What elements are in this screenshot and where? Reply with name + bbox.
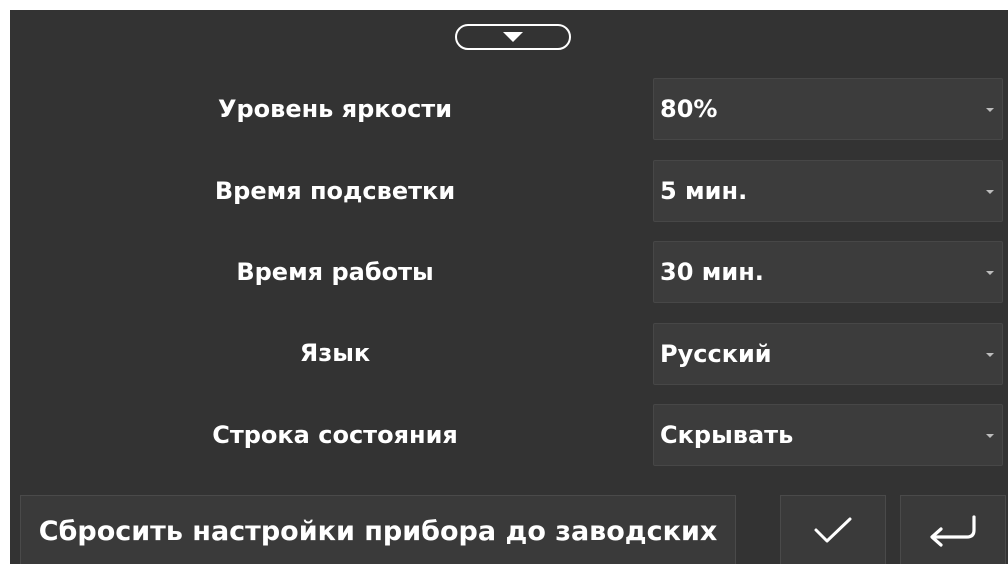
brightness-label: Уровень яркости	[217, 95, 453, 123]
language-value: Русский	[660, 340, 772, 368]
status-bar-label: Строка состояния	[212, 421, 458, 449]
triangle-down-icon	[503, 32, 523, 42]
caret-down-icon	[986, 108, 994, 112]
confirm-button[interactable]	[780, 495, 886, 564]
collapse-panel-button[interactable]	[455, 24, 571, 50]
operating-time-dropdown[interactable]: 30 мин.	[653, 241, 1003, 303]
checkmark-icon	[814, 517, 852, 543]
brightness-value: 80%	[660, 95, 718, 123]
reset-button-label: Сбросить настройки прибора до заводских	[38, 515, 718, 547]
backlight-time-label: Время подсветки	[214, 177, 456, 205]
return-arrow-icon	[930, 515, 976, 547]
caret-down-icon	[986, 271, 994, 275]
backlight-time-dropdown[interactable]: 5 мин.	[653, 160, 1003, 222]
language-dropdown[interactable]: Русский	[653, 323, 1003, 385]
backlight-time-value: 5 мин.	[660, 177, 748, 205]
operating-time-value: 30 мин.	[660, 258, 764, 286]
settings-screen: Уровень яркости 80% Время подсветки 5 ми…	[10, 10, 1008, 564]
caret-down-icon	[986, 353, 994, 357]
back-button[interactable]	[900, 495, 1006, 564]
caret-down-icon	[986, 190, 994, 194]
status-bar-dropdown[interactable]: Скрывать	[653, 404, 1003, 466]
brightness-dropdown[interactable]: 80%	[653, 78, 1003, 140]
reset-to-factory-button[interactable]: Сбросить настройки прибора до заводских	[20, 495, 736, 564]
operating-time-label: Время работы	[236, 258, 434, 286]
status-bar-value: Скрывать	[660, 421, 794, 449]
language-label: Язык	[299, 339, 371, 367]
caret-down-icon	[986, 434, 994, 438]
